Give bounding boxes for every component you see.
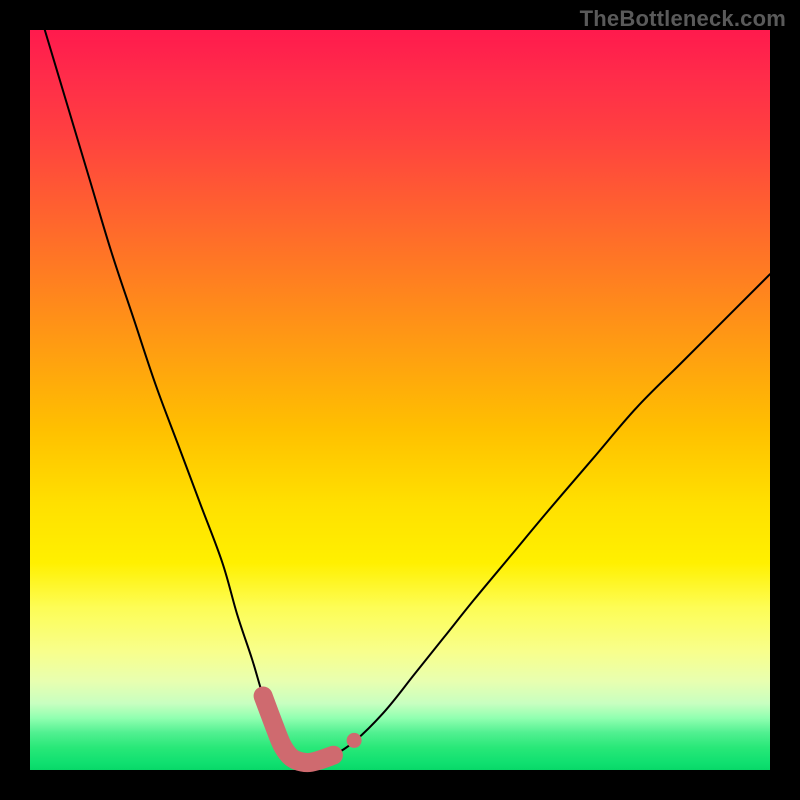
chart-frame: TheBottleneck.com	[0, 0, 800, 800]
optimal-range-marker	[263, 696, 333, 763]
curve-layer	[30, 30, 770, 770]
bottleneck-curve	[45, 30, 770, 763]
watermark-text: TheBottleneck.com	[580, 6, 786, 32]
extra-dot	[347, 733, 362, 748]
plot-area	[30, 30, 770, 770]
